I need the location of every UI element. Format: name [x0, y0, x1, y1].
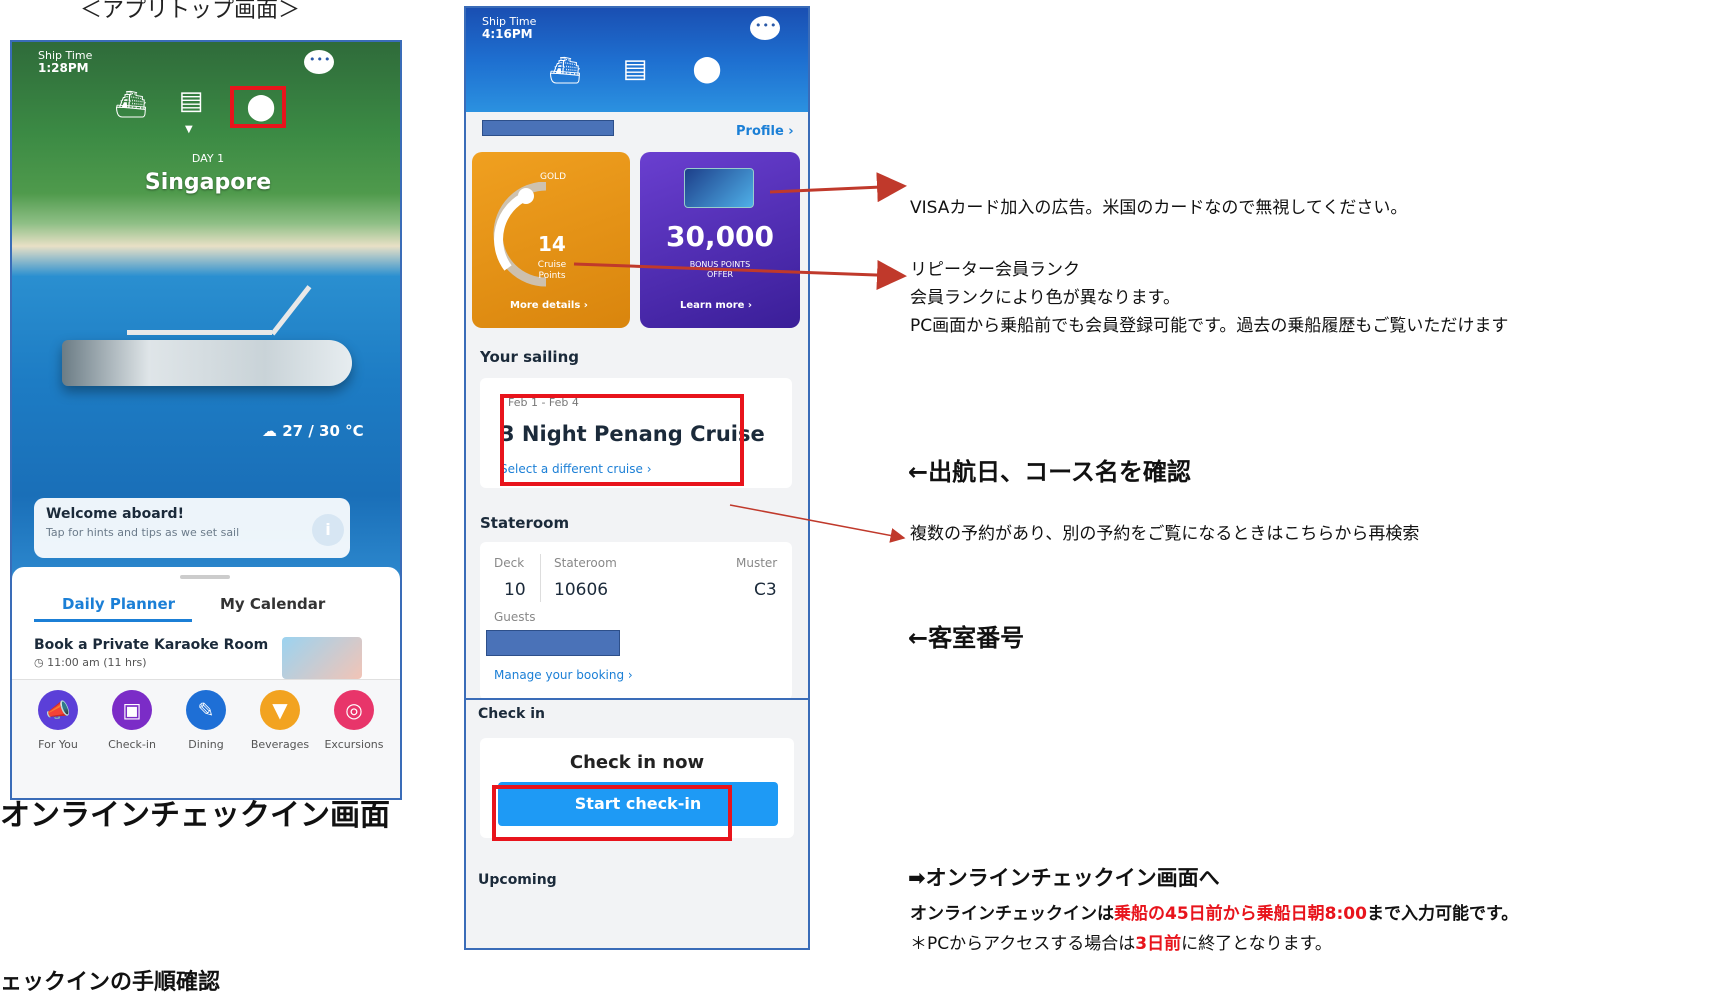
arrow-rank — [573, 260, 907, 291]
note-sailing: ←出航日、コース名を確認 — [908, 458, 1191, 486]
arrow-visa — [769, 172, 907, 203]
note-room-number: ←客室番号 — [908, 624, 1025, 652]
note-visa: VISAカード加入の広告。米国のカードなので無視してください。 — [910, 198, 1408, 218]
annotation-arrows — [573, 172, 907, 543]
note-checkin-window: オンラインチェックインは乗船の45日前から乗船日朝8:00まで入力可能です。 — [910, 904, 1519, 924]
arrow-select-cruise — [729, 504, 906, 543]
note-to-checkin: ➡オンラインチェックイン画面へ — [908, 866, 1220, 890]
note-rank-3: PC画面から乗船前でも会員登録可能です。過去の乗船履歴もご覧いただけます — [910, 316, 1509, 336]
note-multiple-bookings: 複数の予約があり、別の予約をご覧になるときはこちらから再検索 — [910, 524, 1420, 544]
note-pc-access: ＊PCからアクセスする場合は3日前に終了となります。 — [910, 934, 1332, 954]
note-rank-1: リピーター会員ランク — [910, 260, 1080, 280]
note-rank-2: 会員ランクにより色が異なります。 — [910, 288, 1180, 308]
